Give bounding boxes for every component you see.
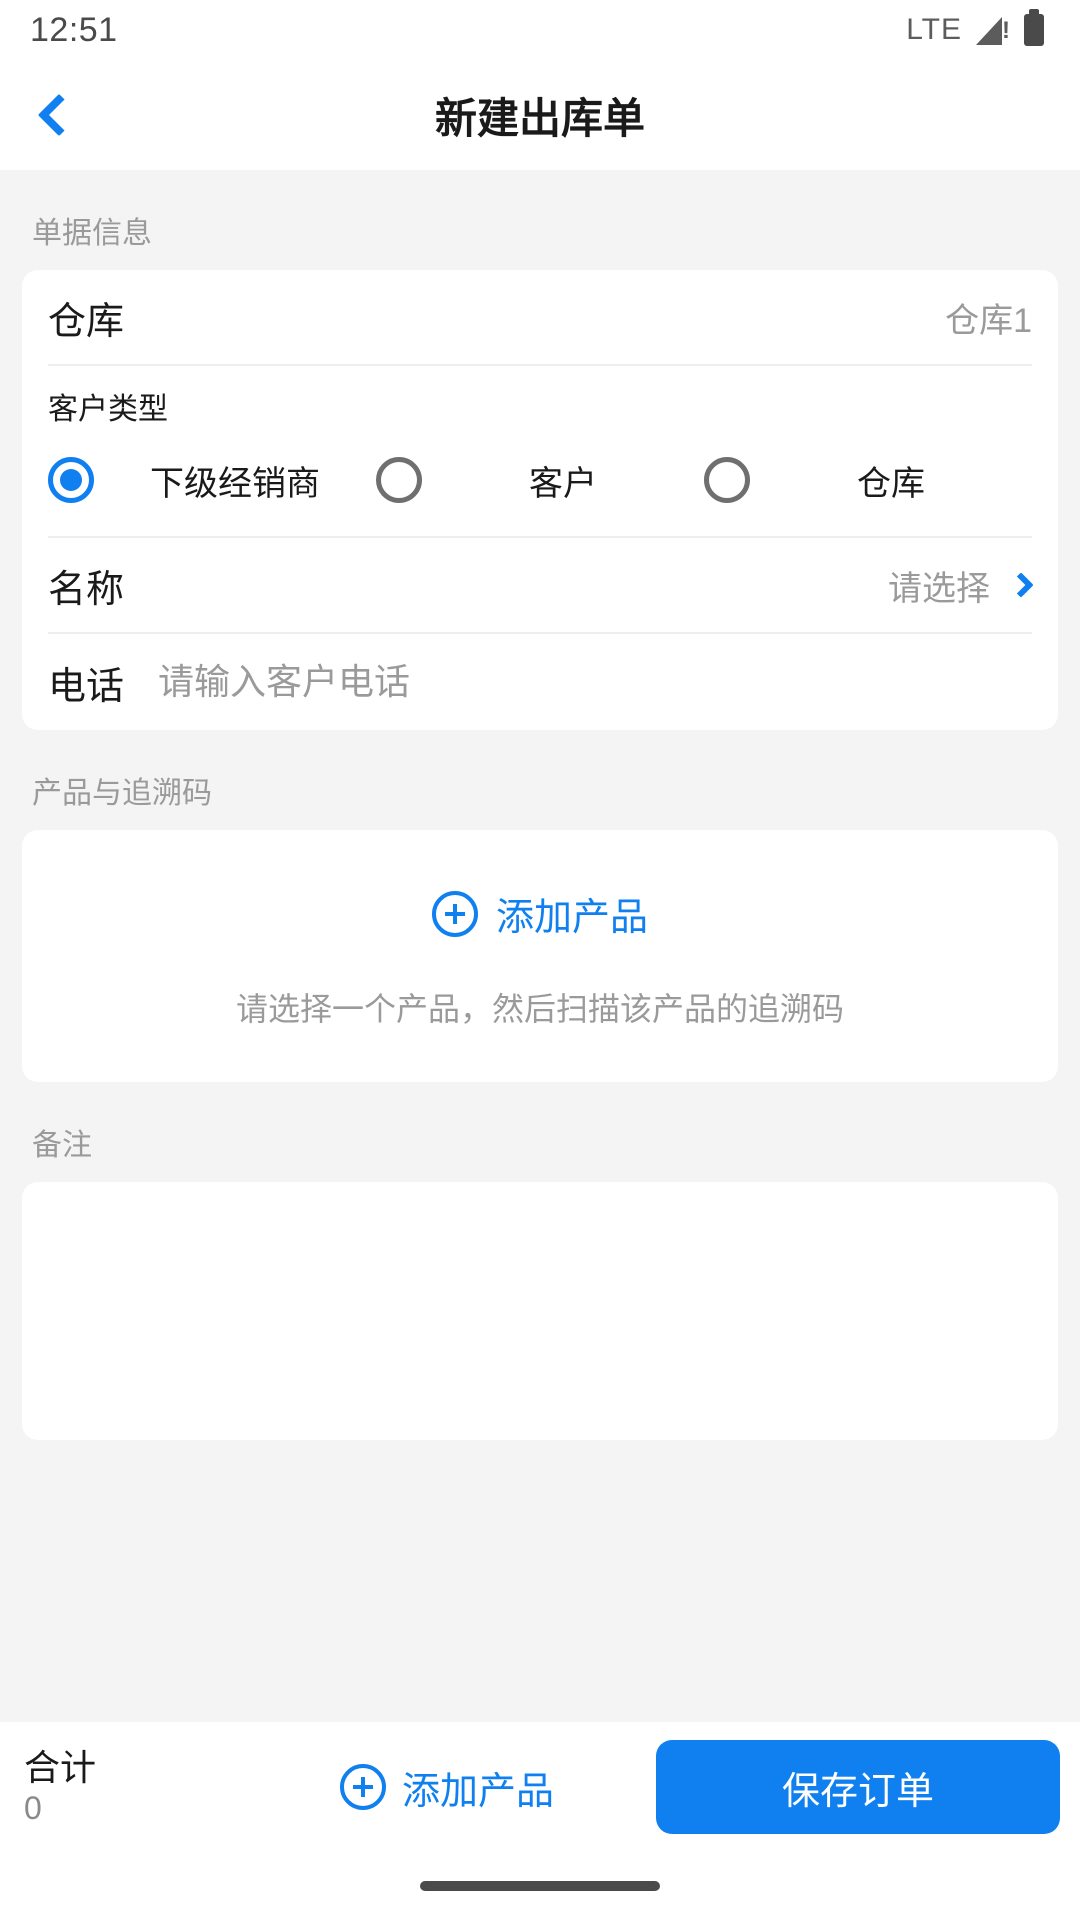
form-content: 单据信息 仓库 仓库1 客户类型 下级经销商 客户 仓库 名称 请选择 电话 请…	[0, 170, 1080, 1722]
status-time: 12:51	[30, 10, 118, 49]
notes-input[interactable]	[48, 1203, 1032, 1418]
save-order-button[interactable]: 保存订单	[656, 1740, 1060, 1834]
radio-dot-icon	[376, 457, 422, 503]
phone-row: 电话	[48, 634, 1032, 730]
name-label: 名称	[48, 568, 125, 611]
radio-option-warehouse[interactable]: 仓库	[704, 456, 1032, 505]
customer-type-options: 下级经销商 客户 仓库	[48, 434, 1032, 526]
home-indicator[interactable]	[420, 1881, 660, 1891]
customer-type-group: 客户类型 下级经销商 客户 仓库	[48, 366, 1032, 536]
radio-label: 客户	[529, 464, 597, 503]
navigation-bar: 新建出库单	[0, 60, 1080, 170]
total-label: 合计	[24, 1747, 97, 1789]
total-block: 合计 0	[24, 1747, 96, 1827]
doc-info-card: 仓库 仓库1 客户类型 下级经销商 客户 仓库 名称 请选择 电话 请输入客户电…	[22, 270, 1058, 730]
bottom-add-product-button[interactable]: 添加产品	[340, 1760, 554, 1815]
bottom-action-bar: 合计 0 添加产品 保存订单	[0, 1722, 1080, 1852]
chevron-right-icon	[1008, 572, 1034, 598]
home-indicator-area	[0, 1852, 1080, 1920]
section-label-notes: 备注	[32, 1128, 92, 1162]
customer-type-label: 客户类型	[48, 393, 168, 426]
phone-label: 电话	[48, 665, 125, 708]
name-row[interactable]: 名称 请选择	[48, 538, 1034, 632]
back-button[interactable]	[0, 60, 110, 170]
status-bar: 12:51 LTE !	[0, 0, 1080, 60]
radio-label: 仓库	[857, 464, 925, 503]
section-label-doc-info: 单据信息	[32, 217, 152, 250]
radio-option-customer[interactable]: 客户	[376, 456, 704, 505]
total-value: 0	[24, 1789, 42, 1826]
section-label-products: 产品与追溯码	[32, 777, 212, 810]
warehouse-value: 仓库1	[945, 301, 1032, 340]
radio-dot-icon	[48, 457, 94, 503]
radio-dot-icon	[704, 457, 750, 503]
status-indicators: LTE !	[906, 9, 1044, 47]
add-product-button[interactable]: 添加产品	[431, 886, 648, 941]
notes-card	[22, 1181, 1058, 1440]
network-type-label: LTE	[906, 13, 962, 46]
product-hint-text: 请选择一个产品，然后扫描该产品的追溯码	[235, 990, 844, 1027]
battery-icon	[1024, 9, 1044, 46]
phone-input[interactable]	[158, 661, 1032, 703]
bottom-add-product-label: 添加产品	[402, 1770, 555, 1813]
warehouse-label: 仓库	[48, 300, 125, 343]
signal-warning-icon: !	[976, 15, 1010, 45]
plus-circle-icon	[431, 890, 478, 937]
warehouse-row[interactable]: 仓库 仓库1	[48, 270, 1032, 364]
chevron-left-icon	[37, 93, 81, 137]
app-screen: 12:51 LTE ! 新建出库单 单据信息 仓库 仓库1 客户类型 下级经销商…	[0, 0, 1080, 1920]
page-title: 新建出库单	[434, 94, 645, 142]
add-product-label: 添加产品	[495, 897, 648, 939]
plus-circle-icon	[340, 1764, 386, 1810]
name-placeholder: 请选择	[888, 569, 990, 608]
products-card: 添加产品 请选择一个产品，然后扫描该产品的追溯码	[22, 830, 1058, 1082]
radio-option-dealer[interactable]: 下级经销商	[48, 456, 376, 505]
radio-label: 下级经销商	[150, 464, 320, 503]
